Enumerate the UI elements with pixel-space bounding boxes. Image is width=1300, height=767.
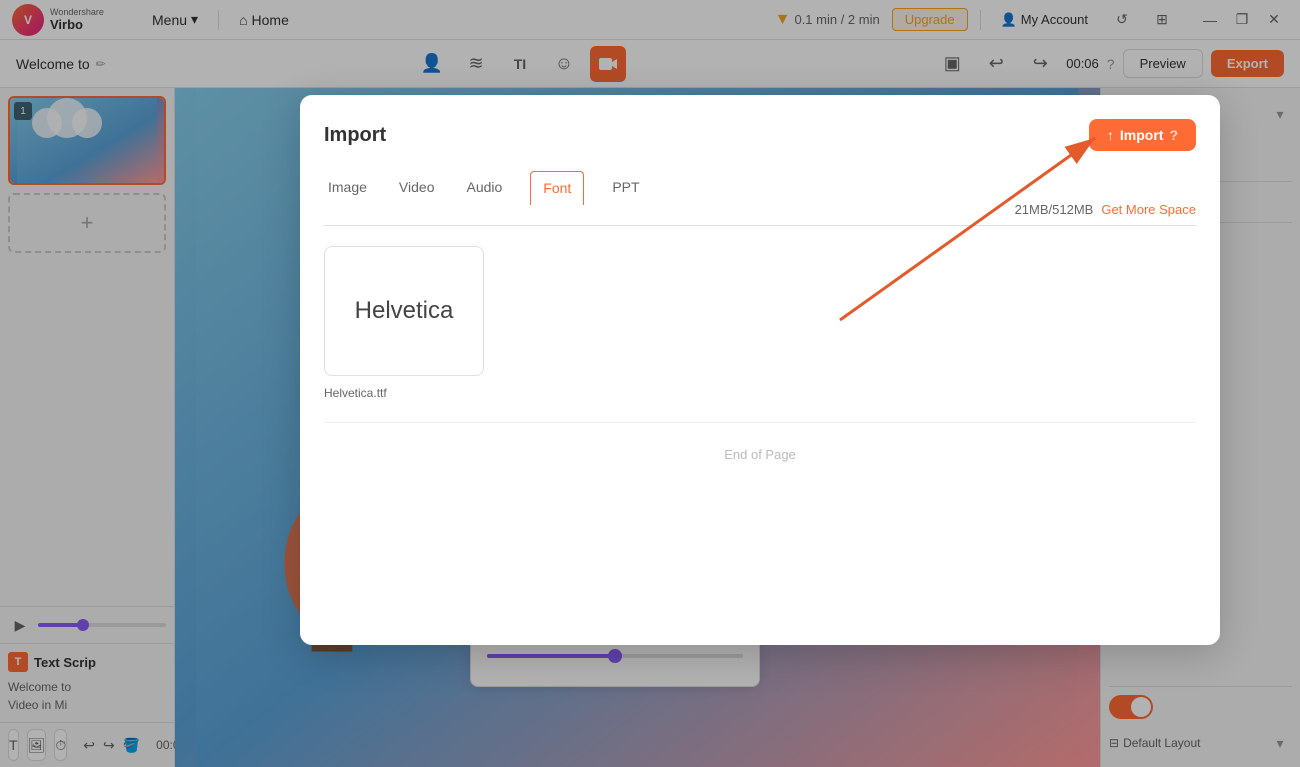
- font-preview-text: Helvetica: [355, 297, 454, 325]
- modal-header: Import ↑ Import ?: [324, 119, 1196, 151]
- font-card-helvetica: Helvetica Helvetica.ttf: [324, 246, 484, 402]
- storage-text: 21MB/512MB: [1015, 202, 1094, 217]
- import-help-icon: ?: [1169, 127, 1178, 143]
- font-filename: Helvetica.ttf: [324, 386, 387, 400]
- storage-info: 21MB/512MB Get More Space: [1015, 202, 1196, 225]
- tab-image[interactable]: Image: [324, 171, 371, 205]
- import-modal-button[interactable]: ↑ Import ?: [1089, 119, 1196, 151]
- modal-title: Import: [324, 124, 386, 147]
- import-modal: Import ↑ Import ? Image Video Audio Font…: [300, 95, 1220, 645]
- tab-font[interactable]: Font: [530, 171, 584, 205]
- tab-audio[interactable]: Audio: [462, 171, 506, 205]
- upload-icon: ↑: [1107, 127, 1114, 143]
- modal-overlay[interactable]: Import ↑ Import ? Image Video Audio Font…: [0, 0, 1300, 767]
- end-of-page: End of Page: [324, 422, 1196, 486]
- font-grid: Helvetica Helvetica.ttf: [324, 246, 1196, 402]
- font-preview-box: Helvetica: [324, 246, 484, 376]
- modal-tabs: Image Video Audio Font PPT: [324, 171, 644, 205]
- get-more-space-link[interactable]: Get More Space: [1101, 202, 1196, 217]
- tab-video[interactable]: Video: [395, 171, 439, 205]
- tab-ppt[interactable]: PPT: [608, 171, 643, 205]
- modal-tabs-row: Image Video Audio Font PPT 21MB/512MB Ge…: [324, 171, 1196, 226]
